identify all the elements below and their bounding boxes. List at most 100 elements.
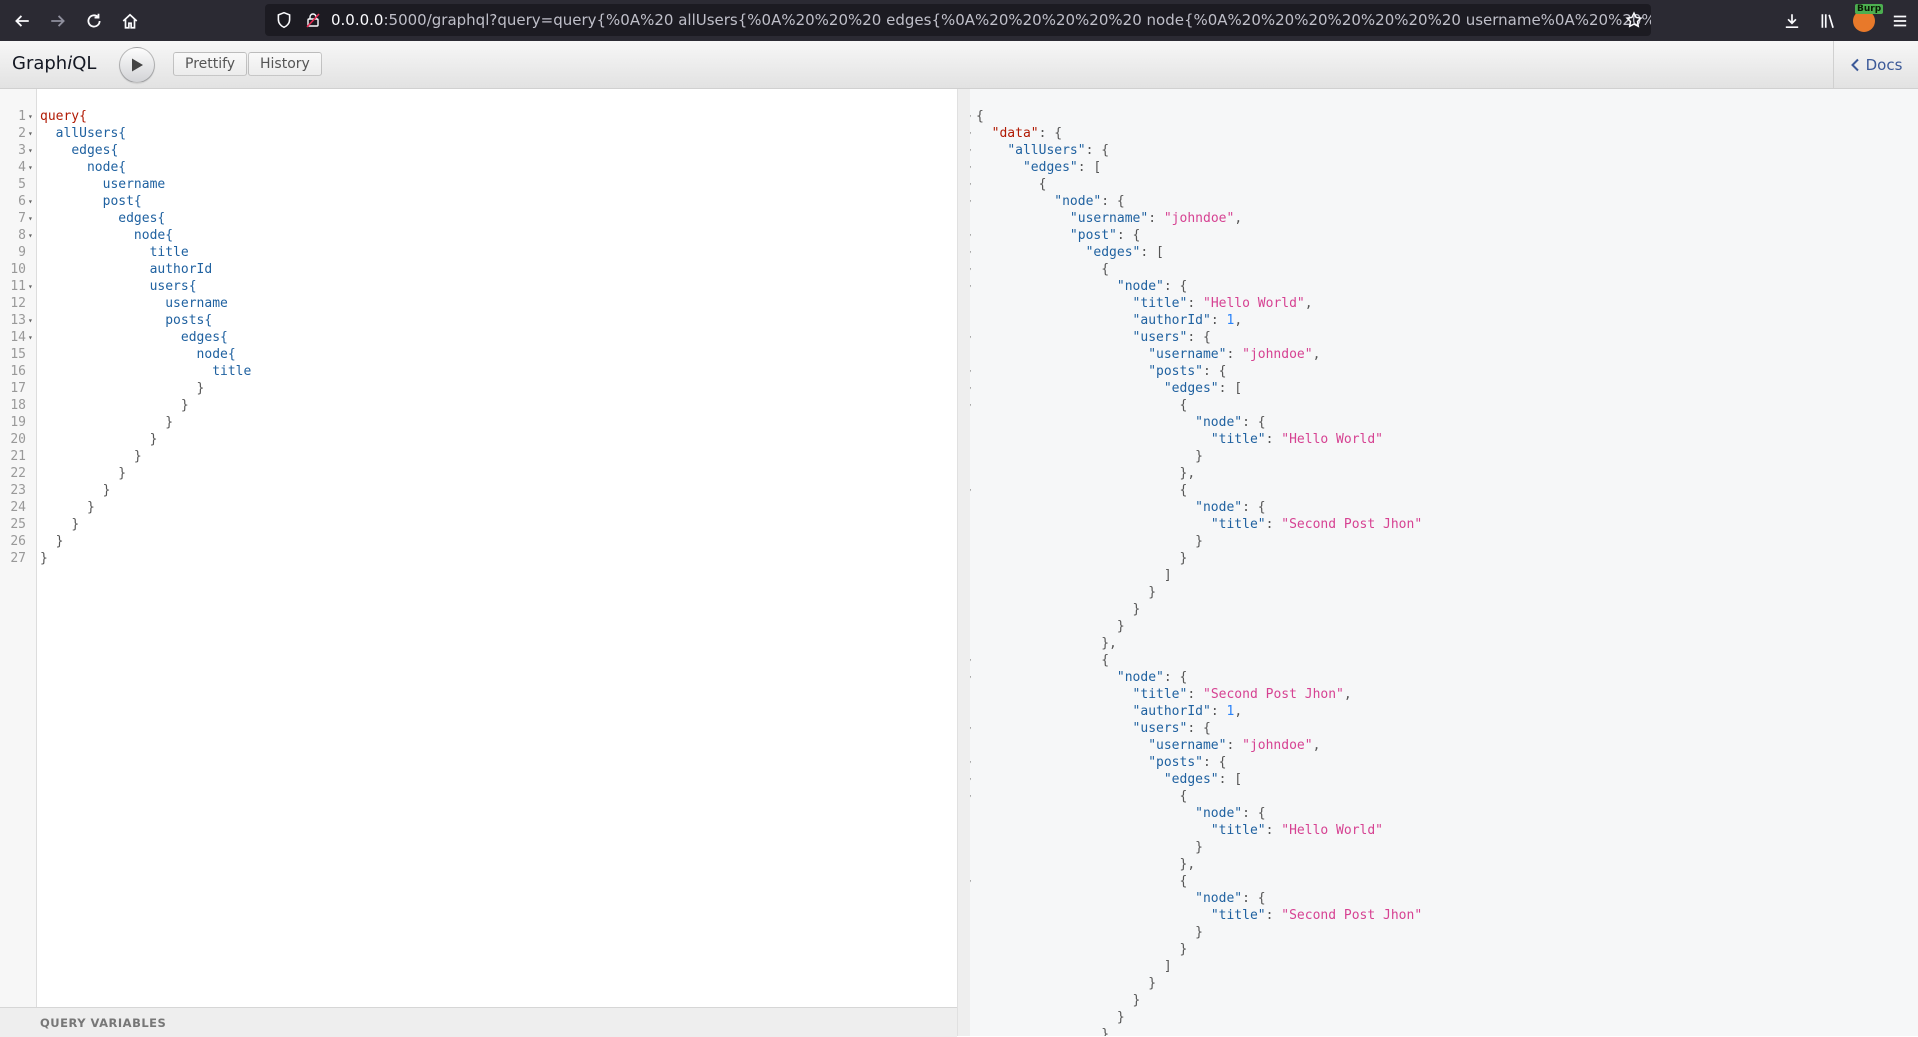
result-line: } <box>976 992 1422 1009</box>
line-number: 23 <box>10 483 26 498</box>
fold-toggle-icon[interactable]: ▾ <box>970 261 972 278</box>
fold-toggle-icon[interactable]: ▾ <box>970 652 972 669</box>
query-line-text: } <box>40 551 48 566</box>
json-key: "node" <box>1054 194 1102 209</box>
fold-toggle-icon[interactable]: ▾ <box>970 125 972 142</box>
library-icon[interactable] <box>1810 3 1846 39</box>
fold-toggle-icon[interactable]: ▾ <box>970 482 972 499</box>
json-key: "users" <box>1132 330 1188 345</box>
json-key: "title" <box>1210 517 1266 532</box>
forward-icon[interactable] <box>40 3 76 39</box>
downloads-icon[interactable] <box>1774 3 1810 39</box>
json-punct: : { <box>1163 670 1188 685</box>
url-bar[interactable]: 0.0.0.0:5000/graphql?query=query{%0A%20 … <box>265 4 1651 36</box>
burp-extension-icon[interactable]: Burp <box>1846 3 1884 39</box>
json-key: "node" <box>1195 891 1243 906</box>
fold-toggle-icon[interactable]: ▾ <box>28 142 33 159</box>
json-punct: : <box>1187 296 1203 311</box>
bookmark-star-icon[interactable] <box>1625 11 1643 29</box>
result-line: } <box>976 924 1422 941</box>
json-key: "allUsers" <box>1007 143 1086 158</box>
play-icon <box>132 58 143 72</box>
result-line: ▾ "posts": { <box>970 363 1422 380</box>
fold-toggle-icon[interactable]: ▾ <box>970 363 972 380</box>
query-line-text: post{ <box>102 194 142 209</box>
fold-toggle-icon[interactable]: ▾ <box>28 125 33 142</box>
fold-toggle-icon[interactable]: ▾ <box>970 397 972 414</box>
line-number: 14 <box>10 330 26 345</box>
json-key: "node" <box>1195 415 1243 430</box>
fold-toggle-icon[interactable]: ▾ <box>970 380 972 397</box>
json-key: "posts" <box>1148 364 1203 379</box>
fold-toggle-icon[interactable]: ▾ <box>970 244 972 261</box>
result-line: ▾ "data": { <box>970 125 1422 142</box>
prettify-button[interactable]: Prettify <box>173 52 248 76</box>
history-button[interactable]: History <box>248 52 322 76</box>
fold-toggle-icon[interactable]: ▾ <box>970 873 972 890</box>
fold-toggle-icon[interactable]: ▾ <box>970 278 972 295</box>
json-string: "Second Post Jhon" <box>1281 517 1423 532</box>
query-line-text: username <box>165 296 228 311</box>
json-punct: : { <box>1187 330 1211 345</box>
json-punct: } <box>1116 1010 1125 1025</box>
result-line: "node": { <box>976 499 1422 516</box>
fold-toggle-icon[interactable]: ▾ <box>28 108 33 125</box>
fold-toggle-icon[interactable]: ▾ <box>970 176 972 193</box>
result-line: } <box>976 839 1422 856</box>
json-punct: }, <box>1179 466 1196 481</box>
fold-toggle-icon[interactable]: ▾ <box>970 754 972 771</box>
fold-toggle-icon[interactable]: ▾ <box>28 227 33 244</box>
json-punct: } <box>1101 1027 1110 1036</box>
fold-toggle-icon[interactable]: ▾ <box>970 669 972 686</box>
pane-divider[interactable] <box>958 89 970 1036</box>
json-punct: : <box>1226 738 1243 753</box>
fold-toggle-icon[interactable]: ▾ <box>970 159 972 176</box>
execute-query-button[interactable] <box>119 47 155 83</box>
query-variables-bar[interactable]: QUERY VARIABLES <box>0 1007 957 1037</box>
fold-toggle-icon[interactable]: ▾ <box>28 159 33 176</box>
shield-icon[interactable] <box>275 11 293 29</box>
result-line: "title": "Hello World" <box>976 822 1422 839</box>
json-key: "edges" <box>1163 772 1219 787</box>
back-icon[interactable] <box>4 3 40 39</box>
line-number: 6 <box>18 194 26 209</box>
json-punct: : <box>1265 517 1282 532</box>
json-punct: } <box>1179 942 1188 957</box>
menu-icon[interactable] <box>1882 3 1918 39</box>
fold-toggle-icon[interactable]: ▾ <box>970 142 972 159</box>
fold-toggle-icon[interactable]: ▾ <box>970 720 972 737</box>
result-line: } <box>976 975 1422 992</box>
result-line: "username": "johndoe", <box>976 737 1422 754</box>
fold-toggle-icon[interactable]: ▾ <box>970 193 972 210</box>
fold-toggle-icon[interactable]: ▾ <box>970 771 972 788</box>
reload-icon[interactable] <box>76 3 112 39</box>
json-key: "post" <box>1069 228 1117 243</box>
json-punct: : { <box>1085 143 1110 158</box>
insecure-lock-icon[interactable] <box>305 12 321 28</box>
fold-toggle-icon[interactable]: ▾ <box>970 329 972 346</box>
line-number: 3 <box>18 143 26 158</box>
fold-toggle-icon[interactable]: ▾ <box>28 210 33 227</box>
line-number: 26 <box>10 534 26 549</box>
docs-button[interactable]: Docs <box>1833 41 1918 88</box>
fold-toggle-icon[interactable]: ▾ <box>970 227 972 244</box>
url-path: :5000/graphql?query=query{%0A%20 allUser… <box>383 11 1651 29</box>
fold-toggle-icon[interactable]: ▾ <box>28 278 33 295</box>
query-line-text: } <box>55 534 64 549</box>
json-punct: } <box>1132 602 1141 617</box>
result-line: ▾ { <box>970 482 1422 499</box>
json-punct: : { <box>1242 500 1266 515</box>
fold-toggle-icon[interactable]: ▾ <box>28 193 33 210</box>
fold-toggle-icon[interactable]: ▾ <box>970 108 972 125</box>
result-line: }, <box>976 856 1422 873</box>
query-variables-label: QUERY VARIABLES <box>40 1016 167 1030</box>
query-editor[interactable]: 1 ▾ query{2 ▾ allUsers{3 ▾ edges{4 ▾ node{5 u… <box>0 89 958 1037</box>
home-icon[interactable] <box>112 3 148 39</box>
line-number: 25 <box>10 517 26 532</box>
line-number: 13 <box>10 313 26 328</box>
json-key: "node" <box>1195 806 1243 821</box>
fold-toggle-icon[interactable]: ▾ <box>28 329 33 346</box>
fold-toggle-icon[interactable]: ▾ <box>970 788 972 805</box>
fold-toggle-icon[interactable]: ▾ <box>28 312 33 329</box>
json-punct: ] <box>1163 568 1172 583</box>
